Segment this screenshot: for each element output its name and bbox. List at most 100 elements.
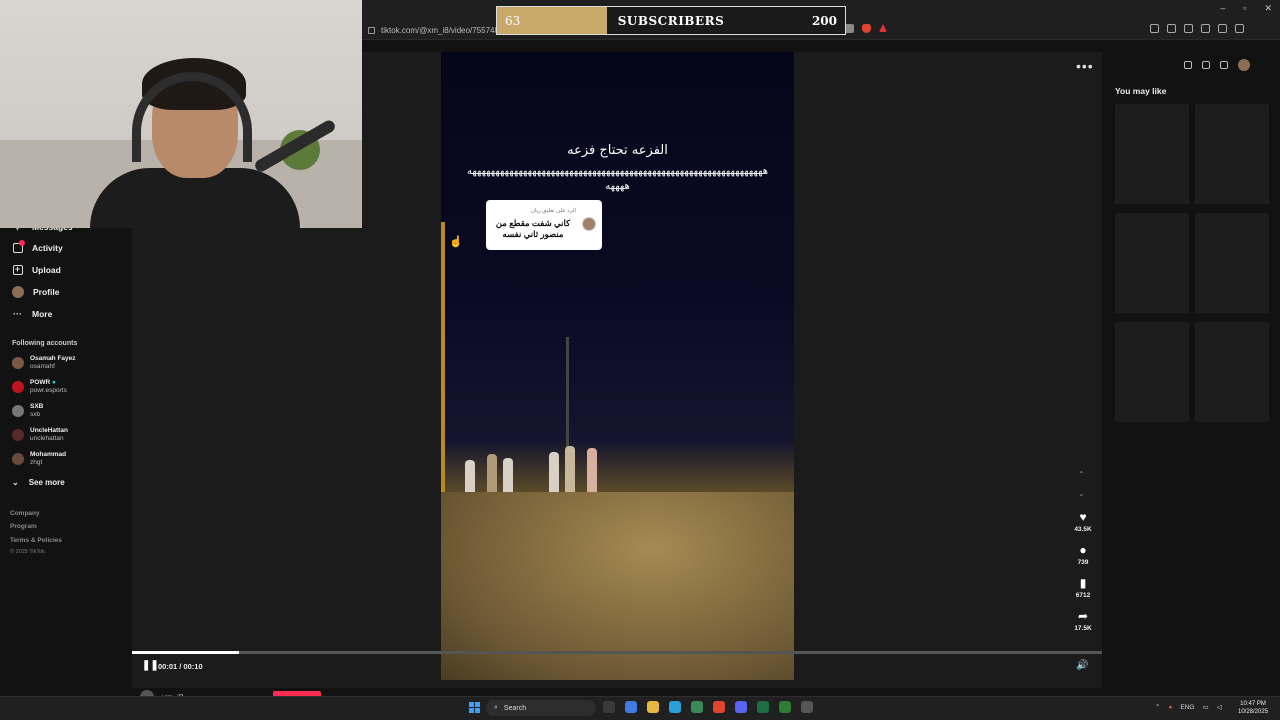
account-avatar	[12, 357, 24, 369]
file-explorer-icon[interactable]	[647, 701, 659, 713]
user-avatar[interactable]	[1238, 59, 1250, 71]
footer-link-program[interactable]: Program	[10, 523, 37, 530]
extensions-icon[interactable]	[1150, 24, 1159, 33]
screen: tiktok.com/@xm_i8/video/7557484 – ▫ ✕ ال…	[0, 0, 1280, 720]
windows-start-icon[interactable]	[469, 702, 480, 713]
url-text: tiktok.com/@xm_i8/video/7557484	[381, 25, 504, 35]
brave-icon[interactable]	[713, 701, 725, 713]
site-info-icon[interactable]	[368, 26, 375, 34]
discord-icon[interactable]	[735, 701, 747, 713]
suggested-video-thumbnail[interactable]	[1115, 104, 1189, 204]
commenter-avatar	[582, 217, 596, 231]
video-person	[487, 454, 497, 492]
sidebar-icon[interactable]	[1167, 24, 1176, 33]
brave-rewards-icon[interactable]	[879, 24, 887, 32]
next-video-icon[interactable]: ⌄	[1078, 489, 1085, 498]
suggested-video-thumbnail[interactable]	[1115, 213, 1189, 313]
taskbar-search[interactable]: ⌕ Search	[486, 700, 596, 716]
language-indicator[interactable]: ENG	[1180, 704, 1194, 711]
task-view-icon[interactable]	[603, 701, 615, 713]
webcam-overlay	[0, 0, 362, 228]
compass-icon[interactable]	[1184, 61, 1192, 69]
following-account[interactable]: SXB sxb	[12, 403, 43, 419]
subscriber-goal-title: SUBSCRIBERS	[617, 14, 725, 28]
following-account[interactable]: POWR ● powr.esports	[12, 379, 67, 395]
chevron-down-icon: ⌄	[12, 478, 19, 487]
panel-tools	[1184, 58, 1260, 72]
menu-icon[interactable]	[1235, 24, 1244, 33]
taskbar-search-label: Search	[503, 704, 527, 712]
device-icon[interactable]	[1202, 61, 1210, 69]
share-button[interactable]: ➦ 17.5K	[1068, 609, 1098, 632]
more-options-icon[interactable]: •••	[1076, 58, 1094, 74]
sidebar-item-label: Activity	[32, 242, 63, 253]
footer-link-terms[interactable]: Terms & Policies	[10, 537, 62, 544]
network-icon[interactable]: ▭	[1202, 703, 1208, 711]
store-icon[interactable]	[691, 701, 703, 713]
account-name: Osamah Fayez	[30, 355, 76, 362]
save-button[interactable]: ▮ 6712	[1068, 576, 1098, 599]
app-icon[interactable]	[779, 701, 791, 713]
video-text-title: الفزعه تحتاج فزعه	[567, 143, 668, 158]
following-account[interactable]: Mohammad zhgt	[12, 451, 66, 467]
verified-icon: ●	[52, 379, 56, 386]
sidebar-item-upload[interactable]: + Upload	[12, 264, 61, 275]
suggested-video-thumbnail[interactable]	[1115, 322, 1189, 422]
previous-video-icon[interactable]: ⌃	[1078, 470, 1085, 479]
window-controls: – ▫ ✕	[1220, 3, 1272, 14]
following-account[interactable]: Osamah Fayez osamahf	[12, 355, 76, 371]
sidebar-item-label: Upload	[32, 264, 61, 275]
sidebar-item-label: More	[32, 308, 53, 319]
restore-icon[interactable]: ▫	[1243, 3, 1246, 14]
suggested-video-thumbnail[interactable]	[1195, 322, 1269, 422]
account-handle: sxb	[30, 411, 41, 418]
tray-chevron-icon[interactable]: ⌃	[1155, 703, 1160, 711]
account-avatar	[12, 429, 24, 441]
like-button[interactable]: ♥ 43.5K	[1068, 510, 1098, 533]
footer-link-company[interactable]: Company	[10, 510, 40, 517]
edge-icon[interactable]	[669, 701, 681, 713]
excel-icon[interactable]	[757, 701, 769, 713]
subscriber-goal-widget: 63 SUBSCRIBERS 200	[496, 6, 846, 35]
pause-icon[interactable]: ❚❚	[142, 660, 159, 671]
media-icon[interactable]	[1184, 24, 1193, 33]
suggested-video-thumbnail[interactable]	[1195, 104, 1269, 204]
share-count: 17.5K	[1074, 625, 1092, 632]
minimize-icon[interactable]: –	[1220, 3, 1225, 14]
share-icon[interactable]	[845, 24, 854, 33]
sidebar-item-more[interactable]: ··· More	[12, 308, 52, 319]
video-progress-fill	[132, 651, 239, 654]
video-person	[565, 446, 575, 492]
obs-icon[interactable]	[801, 701, 813, 713]
video-text-caption: هههههههههههههههههههههههههههههههههههههههه…	[466, 166, 769, 177]
account-handle: unclehattan	[30, 435, 64, 442]
comment-button[interactable]: ● 739	[1068, 543, 1098, 566]
account-avatar	[12, 453, 24, 465]
copyright: © 2025 TikTok	[10, 549, 45, 555]
speaker-icon[interactable]: ◁	[1217, 703, 1222, 711]
account-handle: powr.esports	[30, 387, 67, 394]
sidebar-item-profile[interactable]: Profile	[12, 286, 59, 298]
vpn-icon[interactable]	[1218, 24, 1227, 33]
account-name: SXB	[30, 403, 44, 410]
taskbar-clock[interactable]: 10:47 PM 10/28/2025	[1238, 700, 1268, 716]
following-account[interactable]: UncleHattan unclehattan	[12, 427, 68, 443]
app-icon[interactable]	[625, 701, 637, 713]
brave-shield-icon[interactable]	[862, 24, 871, 33]
you-may-like-title: You may like	[1115, 86, 1167, 96]
suggested-video-thumbnail[interactable]	[1195, 213, 1269, 313]
see-more-button[interactable]: ⌄ See more	[12, 478, 65, 487]
wallet-icon[interactable]	[1201, 24, 1210, 33]
upload-icon: +	[12, 264, 23, 275]
sidebar-item-label: Profile	[33, 287, 60, 297]
video-progress-bar[interactable]	[132, 651, 1102, 654]
mic-icon[interactable]: ●	[1168, 704, 1172, 711]
subscriber-goal-target: 200	[811, 14, 837, 28]
browser-action-icons	[845, 24, 887, 33]
close-icon[interactable]: ✕	[1264, 3, 1272, 14]
download-icon[interactable]	[1220, 61, 1228, 69]
search-icon: ⌕	[494, 704, 498, 711]
volume-icon[interactable]: 🔊	[1076, 660, 1088, 671]
video-person	[465, 460, 475, 492]
bookmark-icon: ▮	[1079, 576, 1087, 590]
